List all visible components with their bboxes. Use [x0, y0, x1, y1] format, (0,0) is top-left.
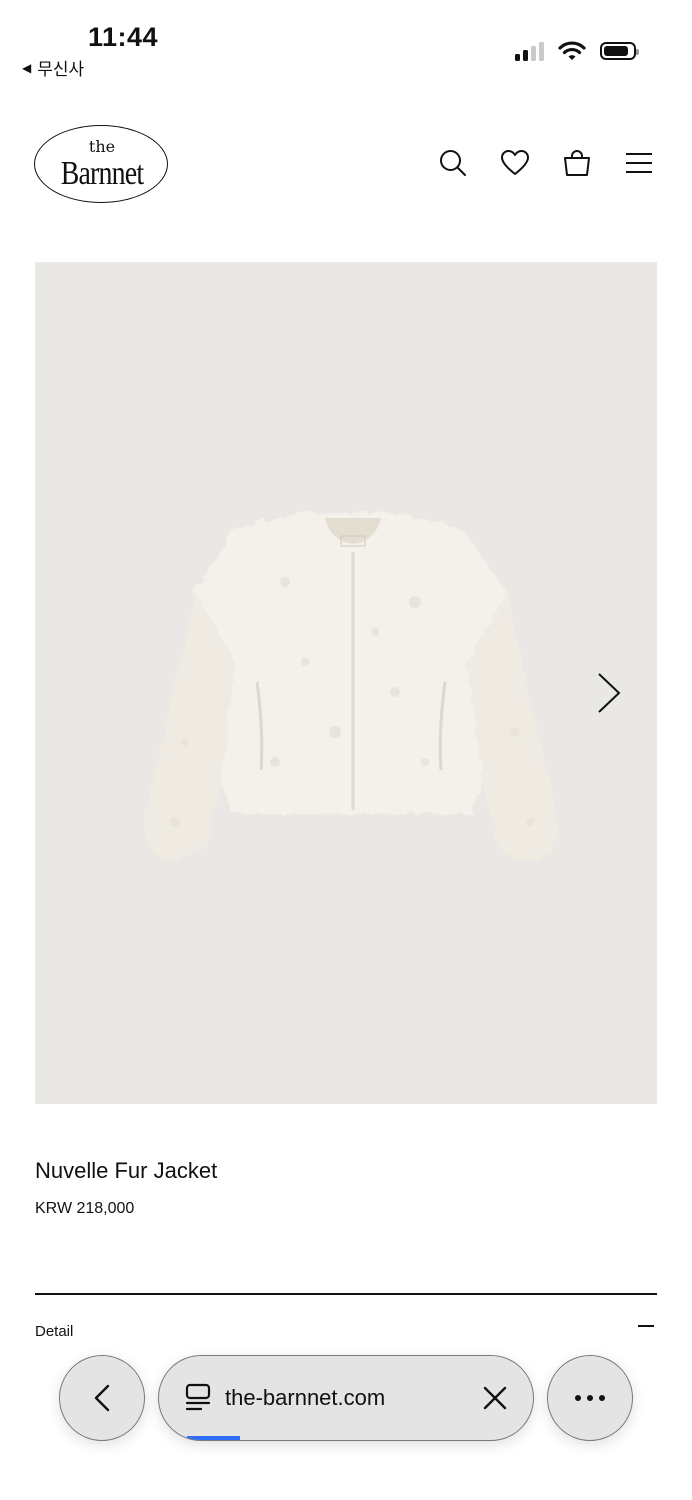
header-actions — [436, 146, 656, 180]
browser-back-button[interactable] — [59, 1355, 145, 1441]
search-button[interactable] — [436, 146, 470, 180]
battery-icon — [600, 42, 639, 60]
search-icon — [440, 150, 466, 176]
more-dots-icon — [575, 1395, 605, 1401]
menu-icon — [626, 153, 652, 173]
collapse-minus-icon[interactable] — [638, 1325, 654, 1327]
back-to-app[interactable]: ◀ 무신사 — [22, 55, 84, 80]
url-text: the-barnnet.com — [225, 1385, 386, 1410]
reader-tabs-icon[interactable] — [185, 1383, 211, 1413]
next-image-arrow-icon[interactable] — [593, 670, 623, 716]
close-icon[interactable] — [483, 1386, 507, 1410]
brand-logo[interactable]: the Barnnet — [34, 125, 170, 205]
product-image[interactable] — [35, 262, 657, 1104]
page-load-progress — [187, 1436, 240, 1440]
status-icons — [515, 40, 639, 62]
product-name: Nuvelle Fur Jacket — [35, 1158, 218, 1183]
back-app-label: 무신사 — [37, 60, 85, 79]
logo-the-text: the — [88, 137, 116, 156]
status-time: 11:44 — [88, 22, 159, 52]
fur-jacket-illustration — [144, 512, 558, 861]
cart-button[interactable] — [560, 146, 594, 180]
browser-more-button[interactable] — [547, 1355, 633, 1441]
heart-icon — [501, 150, 529, 175]
logo-brand-text: Barnnet — [60, 155, 144, 192]
wifi-icon — [558, 41, 586, 60]
section-divider — [35, 1293, 657, 1295]
menu-button[interactable] — [622, 146, 656, 180]
cellular-signal-icon — [515, 41, 544, 61]
back-triangle-icon: ◀ — [22, 60, 32, 75]
product-price: KRW 218,000 — [35, 1200, 135, 1217]
bag-icon — [564, 150, 590, 176]
chevron-left-icon — [94, 1384, 110, 1412]
address-bar[interactable]: the-barnnet.com — [158, 1355, 534, 1441]
wishlist-button[interactable] — [498, 146, 532, 180]
